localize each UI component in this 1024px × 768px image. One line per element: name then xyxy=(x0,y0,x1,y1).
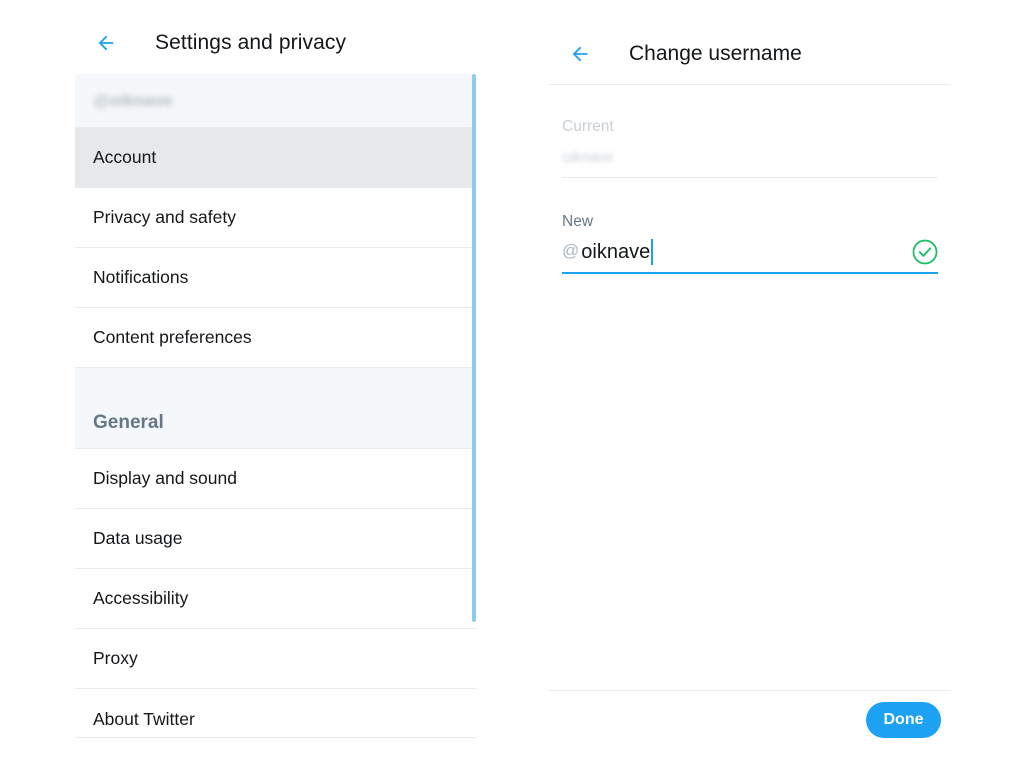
menu-item-display-and-sound[interactable]: Display and sound xyxy=(75,449,476,509)
settings-header: Settings and privacy xyxy=(75,0,476,74)
settings-menu: @oiknave Account Privacy and safety Noti… xyxy=(75,74,476,749)
user-handle: @oiknave xyxy=(93,90,173,110)
menu-item-account[interactable]: Account xyxy=(75,128,476,188)
menu-item-content-preferences[interactable]: Content preferences xyxy=(75,308,476,368)
arrow-left-icon xyxy=(98,35,114,51)
new-username-value[interactable]: oiknave xyxy=(581,241,650,264)
menu-item-privacy-and-safety[interactable]: Privacy and safety xyxy=(75,188,476,248)
menu-item-about-twitter[interactable]: About Twitter xyxy=(75,689,476,749)
at-prefix: @ xyxy=(562,241,580,260)
general-section-header: General xyxy=(75,368,476,449)
footer-divider xyxy=(549,690,951,691)
menu-item-notifications[interactable]: Notifications xyxy=(75,248,476,308)
section-title-general: General xyxy=(93,412,164,433)
back-button[interactable] xyxy=(565,39,595,69)
page-title: Settings and privacy xyxy=(155,31,347,54)
check-circle-icon xyxy=(912,239,938,265)
menu-item-accessibility[interactable]: Accessibility xyxy=(75,569,476,629)
new-username-field[interactable]: @ oiknave xyxy=(562,236,938,274)
dialog-title: Change username xyxy=(629,42,802,65)
scrollbar[interactable] xyxy=(472,74,476,622)
new-username-label: New xyxy=(562,213,594,230)
current-username-label: Current xyxy=(562,118,614,135)
arrow-left-icon xyxy=(572,46,588,62)
change-username-header: Change username xyxy=(549,0,951,85)
text-caret xyxy=(651,239,654,265)
current-username-value: oiknave xyxy=(562,149,614,166)
done-button[interactable]: Done xyxy=(866,702,941,738)
user-section-header: @oiknave xyxy=(75,74,476,128)
divider xyxy=(75,737,476,738)
menu-item-data-usage[interactable]: Data usage xyxy=(75,509,476,569)
back-button[interactable] xyxy=(91,28,121,58)
menu-item-proxy[interactable]: Proxy xyxy=(75,629,476,689)
current-username-underline xyxy=(562,177,938,178)
